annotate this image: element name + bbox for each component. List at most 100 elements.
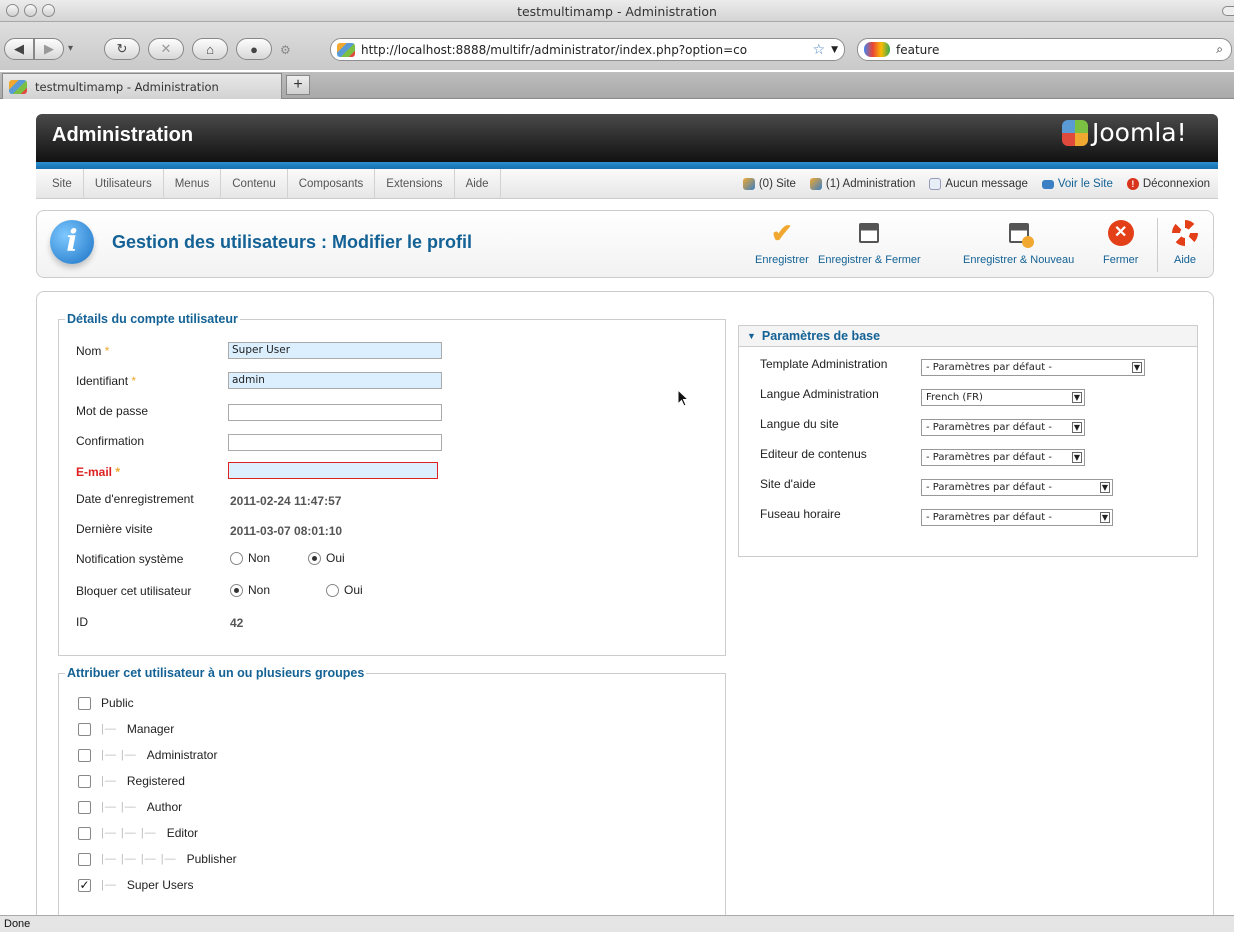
checkbox[interactable] [78, 748, 91, 762]
checkbox[interactable] [78, 800, 91, 814]
tree-indent: |— |— |— [101, 827, 157, 839]
register-date-value: 2011-02-24 11:47:57 [230, 494, 342, 508]
radio-circle [326, 583, 339, 597]
menu-content[interactable]: Contenu [221, 168, 288, 199]
email-field[interactable] [228, 462, 438, 479]
search-bar[interactable]: feature ⌕ [857, 38, 1232, 61]
extension-icon[interactable]: ⚙ [280, 43, 291, 57]
history-dropdown-icon[interactable]: ▾ [68, 43, 73, 54]
menu-site[interactable]: Site [36, 168, 84, 199]
dropdown-arrow-icon: ▼ [1100, 512, 1110, 523]
menu-components[interactable]: Composants [288, 168, 376, 199]
group-label: Editor [166, 826, 199, 840]
last-visit-value: 2011-03-07 08:01:10 [230, 524, 343, 538]
checkbox[interactable] [78, 774, 91, 788]
close-button[interactable]: ✕ Fermer [1103, 218, 1138, 266]
search-engine-icon[interactable] [864, 42, 890, 57]
tab-title: testmultimamp - Administration [35, 79, 219, 94]
param-select-value: French (FR) [926, 392, 983, 403]
radio-circle [230, 551, 243, 565]
group-item[interactable]: |— |— Author [78, 800, 182, 814]
view-site-link[interactable]: Voir le Site [1041, 178, 1113, 190]
name-label-text: Nom [76, 344, 102, 358]
notification-label: Notification système [76, 552, 184, 566]
checkbox[interactable] [78, 826, 91, 840]
browser-tab[interactable]: testmultimamp - Administration [2, 73, 282, 99]
mouse-pointer-icon [677, 388, 690, 410]
radio-label: Oui [344, 583, 363, 597]
reload-button[interactable]: ↻ [104, 38, 140, 60]
group-label: Manager [126, 722, 175, 736]
checkbox[interactable] [78, 696, 91, 710]
toolbar-divider [1157, 218, 1158, 272]
group-item[interactable]: |— |— |— Editor [78, 826, 198, 840]
logout-link[interactable]: ! Déconnexion [1126, 178, 1210, 190]
new-tab-button[interactable]: + [286, 75, 310, 95]
tree-indent: |— |— [101, 801, 137, 813]
menu-users[interactable]: Utilisateurs [84, 168, 164, 199]
param-select[interactable]: - Paramètres par défaut - ▼ [921, 359, 1145, 376]
toolbar-toggle-icon[interactable] [1222, 6, 1234, 16]
group-item[interactable]: |— Registered [78, 774, 185, 788]
param-select-value: - Paramètres par défaut - [926, 482, 1052, 493]
search-input[interactable]: feature [896, 43, 1210, 57]
group-item[interactable]: |— |— |— |— Publisher [78, 852, 237, 866]
param-select[interactable]: - Paramètres par défaut - ▼ [921, 479, 1113, 496]
param-select[interactable]: - Paramètres par défaut - ▼ [921, 449, 1085, 466]
save-new-button[interactable]: Enregistrer & Nouveau [963, 218, 1074, 266]
group-item[interactable]: |— Manager [78, 722, 174, 736]
window-title: testmultimamp - Administration [517, 4, 717, 19]
home-button[interactable]: ⌂ [192, 38, 228, 60]
dropdown-arrow-icon: ▼ [1132, 362, 1142, 373]
help-button[interactable]: Aide [1170, 218, 1200, 266]
forward-button[interactable]: ▶ [34, 38, 64, 60]
param-select[interactable]: - Paramètres par défaut - ▼ [921, 509, 1113, 526]
save-close-button[interactable]: Enregistrer & Fermer [818, 218, 921, 266]
block-yes-radio[interactable]: Oui [326, 583, 363, 597]
addon-button[interactable]: ● [236, 38, 272, 60]
url-bar[interactable]: http://localhost:8888/multifr/administra… [330, 38, 845, 61]
messages-status[interactable]: Aucun message [929, 178, 1028, 190]
search-icon[interactable]: ⌕ [1216, 42, 1231, 57]
confirm-password-field[interactable] [228, 434, 442, 451]
param-select[interactable]: French (FR) ▼ [921, 389, 1085, 406]
checkbox[interactable] [78, 722, 91, 736]
param-label: Langue Administration [760, 387, 879, 401]
menu-help[interactable]: Aide [455, 168, 501, 199]
save-button[interactable]: ✔ Enregistrer [755, 218, 809, 267]
group-item[interactable]: |— |— Administrator [78, 748, 217, 762]
stop-button[interactable]: ✕ [148, 38, 184, 60]
floppy-disk-icon [854, 218, 884, 248]
url-dropdown-icon[interactable]: ▼ [831, 45, 844, 55]
checkbox-checked[interactable]: ✓ [78, 878, 91, 892]
notification-yes-radio[interactable]: Oui [308, 551, 345, 565]
back-button[interactable]: ◀ [4, 38, 34, 60]
param-label: Langue du site [760, 417, 839, 431]
radio-circle-selected [230, 583, 243, 597]
browser-status-bar: Done [0, 915, 1234, 932]
message-icon [929, 178, 942, 190]
params-panel-header[interactable]: ▼ Paramètres de base [738, 325, 1198, 347]
name-field[interactable]: Super User [228, 342, 442, 359]
group-label: Author [146, 800, 183, 814]
save-label: Enregistrer [755, 254, 809, 266]
status-module: (0) Site (1) Administration Aucun messag… [742, 169, 1210, 199]
param-label: Template Administration [760, 357, 888, 371]
radio-label: Non [248, 583, 271, 597]
block-no-radio[interactable]: Non [230, 583, 270, 597]
notification-no-radio[interactable]: Non [230, 551, 270, 565]
addon-icon: ● [250, 41, 258, 57]
menu-menus[interactable]: Menus [164, 168, 222, 199]
password-field[interactable] [228, 404, 442, 421]
group-item[interactable]: ✓ |— Super Users [78, 878, 194, 892]
checkbox[interactable] [78, 852, 91, 866]
group-item[interactable]: Public [78, 696, 134, 710]
users-icon [742, 178, 755, 190]
param-select-value: - Paramètres par défaut - [926, 512, 1052, 523]
menu-extensions[interactable]: Extensions [375, 168, 455, 199]
param-select[interactable]: - Paramètres par défaut - ▼ [921, 419, 1085, 436]
username-field[interactable]: admin [228, 372, 442, 389]
param-select-value: - Paramètres par défaut - [926, 362, 1052, 373]
id-value: 42 [230, 616, 244, 630]
bookmark-star-icon[interactable]: ☆ [813, 42, 826, 58]
